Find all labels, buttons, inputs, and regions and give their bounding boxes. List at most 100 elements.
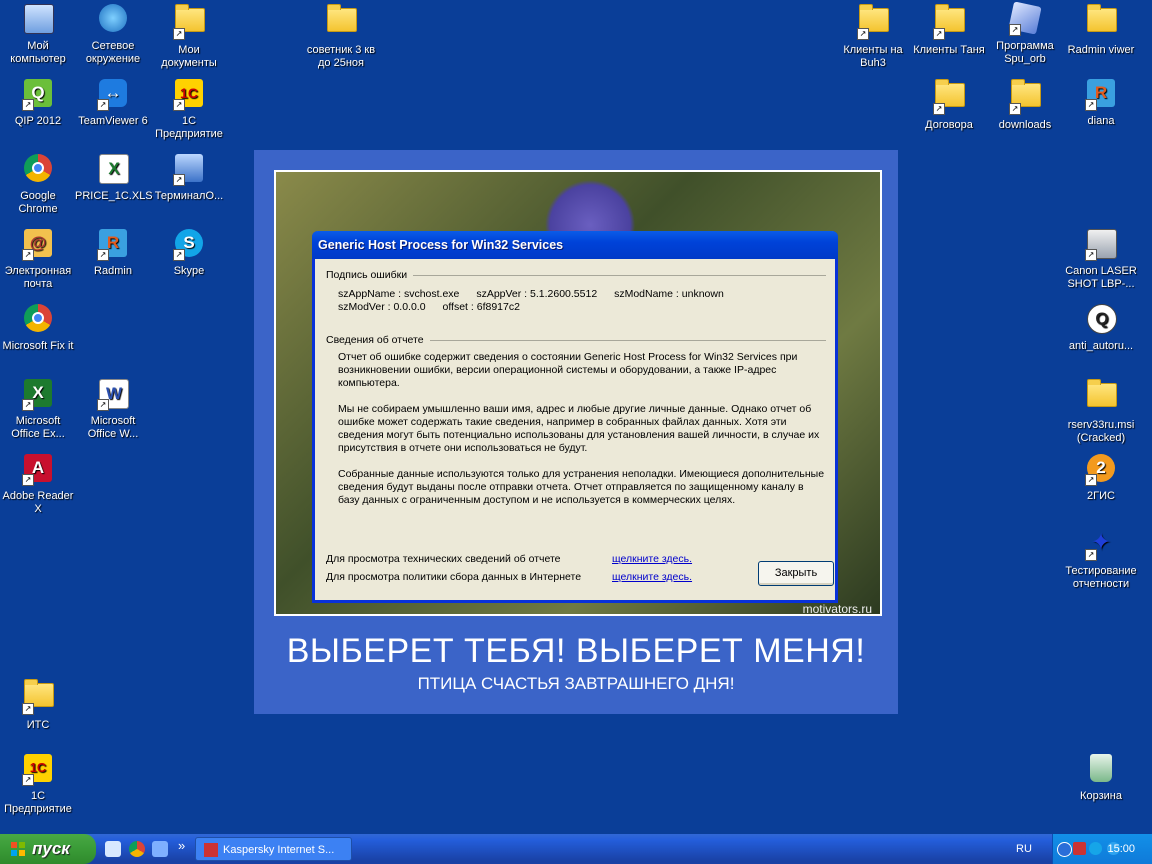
desktop-icon-excel[interactable]: X ↗ Microsoft Office Ex... (0, 377, 76, 441)
desktop-icon-skype[interactable]: S ↗ Skype (151, 227, 227, 278)
desktop-icon-label: Корзина (1080, 790, 1122, 802)
close-button[interactable]: Закрыть (758, 561, 834, 586)
desktop-icon-spu-orb[interactable]: ↗ Программа Spu_orb (987, 1, 1063, 66)
clock[interactable]: 15:00 (1107, 834, 1135, 864)
desktop-icon-label: Клиенты Таня (913, 44, 985, 56)
tech-details-link[interactable]: щелкните здесь. (612, 553, 692, 565)
shortcut-arrow-icon: ↗ (1085, 249, 1097, 261)
desktop-icon-label: Microsoft Fix it (2, 340, 74, 352)
desktop-icon-email[interactable]: @ ↗ Электронная почта (0, 227, 76, 291)
desktop-icon-teamviewer[interactable]: ↔ ↗ TeamViewer 6 (75, 77, 151, 128)
desktop-icon-2gis[interactable]: 2 ↗ 2ГИС (1063, 452, 1139, 503)
desktop-icon-price-xls[interactable]: X PRICE_1C.XLS (75, 152, 153, 203)
shortcut-arrow-icon: ↗ (1085, 99, 1097, 111)
desktop-icon-1c-v8[interactable]: 1С ↗ 1С Предприятие (0, 752, 76, 816)
desktop-icon-word[interactable]: W ↗ Microsoft Office W... (75, 377, 151, 441)
shortcut-arrow-icon: ↗ (22, 399, 34, 411)
skype-tray-icon[interactable] (1089, 842, 1102, 855)
shortcut-arrow-icon: ↗ (1009, 24, 1021, 36)
desktop-icon-1c[interactable]: 1С ↗ 1С Предприятие (151, 77, 227, 141)
desktop-icon-clients-tanya[interactable]: ↗ Клиенты Таня (911, 2, 987, 57)
desktop-icon-testing[interactable]: ✦ ↗ Тестирование отчетности (1063, 527, 1139, 591)
my-computer-icon (24, 4, 54, 34)
desktop-icon-downloads[interactable]: ↗ downloads (987, 77, 1063, 132)
desktop-icon-its[interactable]: ↗ ИТС (0, 677, 76, 732)
dialog-title-bar[interactable]: Generic Host Process for Win32 Services (312, 231, 838, 259)
desktop-icon-radmin-viewer[interactable]: Radmin viwer (1063, 2, 1139, 57)
desktop-icon-label: PRICE_1C.XLS (75, 190, 153, 202)
chrome-quicklaunch-icon[interactable] (129, 841, 145, 857)
desktop-icon-anti-autorun[interactable]: Q anti_autoru... (1063, 302, 1139, 353)
desktop-icon-label: TeamViewer 6 (78, 115, 148, 127)
desktop-icon-label: Adobe Reader X (2, 490, 74, 515)
desktop-icon-adobe-reader[interactable]: A ↗ Adobe Reader X (0, 452, 76, 516)
kaspersky-tray-icon[interactable] (1073, 842, 1086, 855)
desktop-icon-radmin[interactable]: R ↗ Radmin (75, 227, 151, 278)
shortcut-arrow-icon: ↗ (173, 174, 185, 186)
desktop-icon-label: Canon LASER SHOT LBP-... (1065, 265, 1137, 290)
windows-logo-icon (11, 842, 25, 856)
taskbar-kaspersky[interactable]: Kaspersky Internet S... (195, 837, 352, 861)
language-indicator[interactable]: RU (1016, 834, 1032, 864)
desktop-icon-rserv[interactable]: rserv33ru.msi (Cracked) (1063, 377, 1139, 445)
desktop-icon-dogovora[interactable]: ↗ Договора (911, 77, 987, 132)
tray-chevron-icon[interactable] (1057, 842, 1072, 857)
desktop-icon-fixit[interactable]: Microsoft Fix it (0, 302, 76, 353)
poster-credit: motivators.ru (802, 602, 872, 616)
desktop-icon-sovetnik[interactable]: советник 3 кв до 25ноя (303, 2, 379, 70)
chrome-icon (24, 154, 52, 182)
shortcut-arrow-icon: ↗ (22, 703, 34, 715)
shortcut-arrow-icon: ↗ (173, 28, 185, 40)
app-name: szAppName : svchost.exe (338, 288, 460, 300)
shortcut-arrow-icon: ↗ (22, 249, 34, 261)
desktop-icon-recycle-bin[interactable]: Корзина (1063, 752, 1139, 803)
report-paragraph: Мы не собираем умышленно ваши имя, адрес… (338, 403, 820, 454)
folder-icon (1087, 379, 1117, 407)
report-details: Отчет об ошибке содержит сведения о сост… (338, 351, 826, 507)
ie-quicklaunch-icon[interactable] (105, 841, 121, 857)
desktop-icon-clients-buh3[interactable]: ↗ Клиенты на Buh3 (835, 2, 911, 70)
desktop-icon-label: Мои документы (161, 44, 217, 69)
desktop-icon-chrome[interactable]: Google Chrome (0, 152, 76, 216)
network-quicklaunch-icon[interactable] (152, 841, 168, 857)
desktop-icon-label: Radmin (94, 265, 132, 277)
desktop-icon-label: Microsoft Office Ex... (11, 415, 65, 440)
desktop-icon-qip[interactable]: Q ↗ QIP 2012 (0, 77, 76, 128)
start-button[interactable]: пуск (0, 834, 96, 864)
kaspersky-icon (204, 843, 218, 857)
desktop-icon-label: Электронная почта (4, 265, 72, 290)
shortcut-arrow-icon: ↗ (1085, 549, 1097, 561)
desktop-icon-my-computer[interactable]: Мой компьютер (0, 2, 76, 66)
shortcut-arrow-icon: ↗ (1009, 103, 1021, 115)
report-paragraph: Отчет об ошибке содержит сведения о сост… (338, 351, 798, 389)
desktop-icon-network[interactable]: Сетевое окружение (75, 2, 151, 66)
desktop-icon-terminal[interactable]: ↗ ТерминалО... (151, 152, 227, 203)
policy-link[interactable]: щелкните здесь. (612, 571, 692, 583)
desktop-icon-label: Microsoft Office W... (87, 415, 139, 440)
shortcut-arrow-icon: ↗ (933, 28, 945, 40)
taskbar: пуск » Kaspersky Internet S... RU 15:00 (0, 834, 1152, 864)
policy-text: Для просмотра политики сбора данных в Ин… (326, 571, 582, 583)
signature-line: szAppName : svchost.exe szAppVer : 5.1.2… (338, 288, 826, 301)
recycle-bin-icon (1090, 754, 1112, 782)
desktop-icon-label: diana (1087, 115, 1115, 127)
start-label: пуск (32, 839, 70, 858)
desktop-icon-label: Сетевое окружение (85, 40, 141, 65)
desktop-icon-label: QIP 2012 (14, 115, 62, 127)
desktop-icon-label: downloads (998, 119, 1052, 131)
shortcut-arrow-icon: ↗ (97, 399, 109, 411)
mod-ver: szModVer : 0.0.0.0 (338, 301, 426, 313)
shortcut-arrow-icon: ↗ (1085, 474, 1097, 486)
desktop-icon-my-documents[interactable]: ↗ Мои документы (151, 2, 227, 70)
desktop-icon-canon-printer[interactable]: ↗ Canon LASER SHOT LBP-... (1063, 227, 1139, 291)
shortcut-arrow-icon: ↗ (933, 103, 945, 115)
desktop-icon-diana[interactable]: R ↗ diana (1063, 77, 1139, 128)
desktop-icon-label: Клиенты на Buh3 (843, 44, 903, 69)
poster-subtitle: ПТИЦА СЧАСТЬЯ ЗАВТРАШНЕГО ДНЯ! (417, 674, 735, 693)
system-tray: 15:00 (1052, 834, 1152, 864)
quicklaunch-chevron[interactable]: » (178, 838, 185, 853)
app-ver: szAppVer : 5.1.2600.5512 (476, 288, 598, 300)
section-header-signature: Подпись ошибки (326, 269, 826, 282)
desktop-icon-label: Договора (925, 119, 973, 131)
desktop-icon-label: anti_autoru... (1068, 340, 1134, 352)
